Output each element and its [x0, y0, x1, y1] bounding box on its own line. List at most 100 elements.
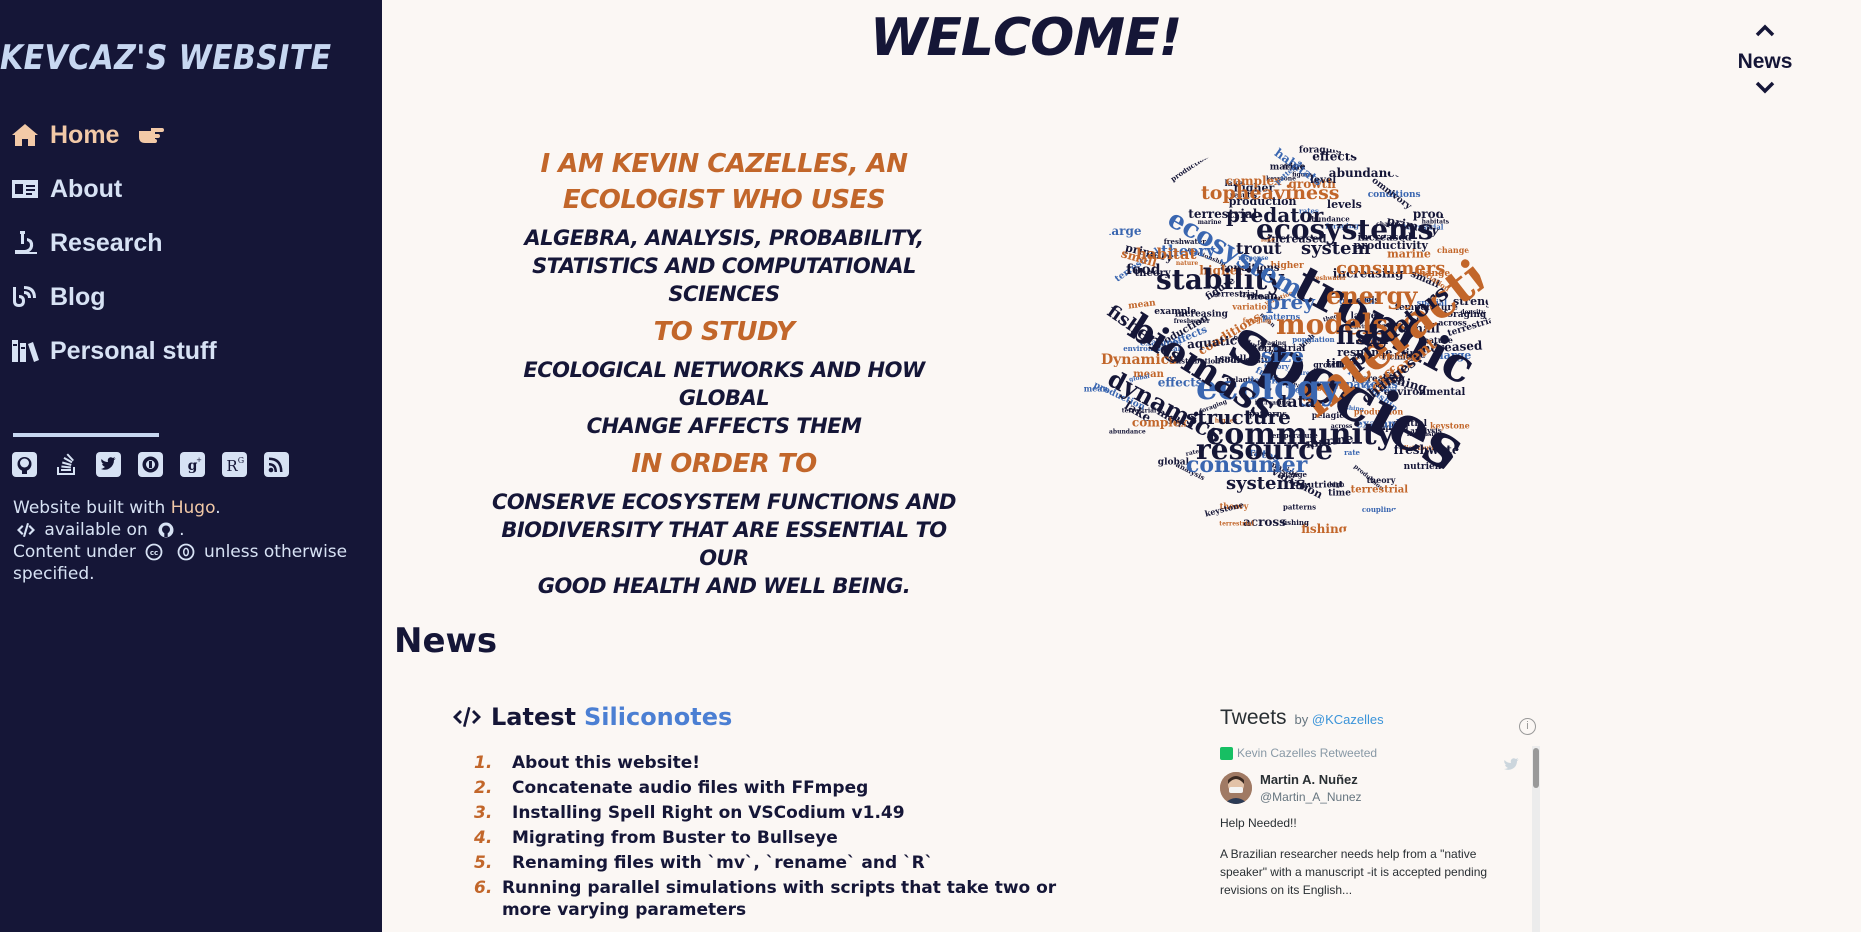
word-cloud-word: theory: [1367, 475, 1396, 485]
siliconotes-link[interactable]: Siliconotes: [584, 703, 732, 731]
nav-item-personal-stuff[interactable]: Personal stuff: [10, 324, 217, 378]
timeline-by: by: [1294, 712, 1309, 727]
scrollbar-thumb[interactable]: [1533, 748, 1539, 788]
news-heading: News: [394, 621, 498, 661]
post-title[interactable]: Concatenate audio files with FFmpeg: [512, 777, 868, 799]
intro-line: ECOLOGICAL NETWORKS AND HOW GLOBAL: [523, 358, 925, 410]
twitter-bird-icon[interactable]: [1504, 758, 1520, 771]
word-cloud-word: production: [1169, 152, 1210, 184]
nav-item-label: About: [50, 174, 123, 203]
post-title[interactable]: About this website!: [512, 752, 700, 774]
timeline-title: Tweets: [1220, 706, 1287, 729]
nav-item-blog[interactable]: Blog: [10, 270, 217, 324]
word-cloud-word: fishing: [1282, 518, 1309, 527]
word-cloud-word: system: [1301, 238, 1371, 259]
news-nav-label[interactable]: News: [1730, 50, 1800, 74]
id-card-icon: [10, 176, 40, 202]
word-cloud-word: terrestrial: [1219, 521, 1254, 528]
main-nav: Home About Research Blog Personal stuff: [10, 108, 217, 378]
word-cloud-word: coupling: [1362, 505, 1396, 514]
post-title[interactable]: Running parallel simulations with script…: [502, 877, 1094, 921]
word-cloud-word: food: [1126, 262, 1161, 278]
welcome-heading: WELCOME!: [870, 8, 1182, 68]
tweet-text: Help Needed!! A Brazilian researcher nee…: [1220, 814, 1500, 899]
chevron-down-icon[interactable]: [1754, 80, 1776, 96]
orcid-icon[interactable]: [138, 452, 163, 477]
word-cloud-word: nutrient: [1301, 480, 1344, 491]
site-title[interactable]: KEVCAZ'S WEBSITE: [0, 38, 332, 78]
latest-posts-heading: Latest Siliconotes: [451, 703, 732, 731]
intro-statement: I AM KEVIN CAZELLES, AN ECOLOGIST WHO US…: [478, 146, 970, 600]
nav-item-research[interactable]: Research: [10, 216, 217, 270]
word-cloud-word: effects: [1312, 150, 1357, 164]
news-section-nav[interactable]: News: [1730, 22, 1800, 100]
google-scholar-icon[interactable]: g +: [180, 452, 205, 477]
info-icon[interactable]: i: [1519, 718, 1536, 735]
post-item[interactable]: 2. Concatenate audio files with FFmpeg: [474, 777, 1094, 799]
post-item[interactable]: 1. About this website!: [474, 752, 1094, 774]
nav-item-label: Blog: [50, 282, 106, 311]
hand-pointing-icon: [137, 123, 165, 147]
creative-commons-icon[interactable]: cc: [144, 543, 164, 561]
tweet-author[interactable]: Martin A. Nuñez @Martin_A_Nunez: [1220, 772, 1540, 804]
nav-item-about[interactable]: About: [10, 162, 217, 216]
post-number: 4.: [474, 828, 493, 848]
sidebar-divider: [13, 433, 159, 437]
post-item[interactable]: 4. Migrating from Buster to Bullseye: [474, 827, 1094, 849]
available-suffix: .: [179, 520, 185, 540]
code-icon: [16, 521, 36, 539]
nav-item-label: Personal stuff: [50, 336, 217, 365]
word-cloud-word: abundance: [1109, 429, 1146, 436]
word-cloud-word: global: [1158, 458, 1190, 468]
word-cloud-word: large: [1107, 224, 1142, 238]
word-cloud-word: predator: [1226, 203, 1324, 227]
cc-zero-icon[interactable]: [176, 543, 196, 561]
post-title[interactable]: Renaming files with `mv`, `rename` and `…: [512, 852, 933, 874]
retweeted-text: Kevin Cazelles Retweeted: [1237, 746, 1378, 760]
chevron-up-icon[interactable]: [1754, 22, 1776, 38]
sidebar-footer: Website built with Hugo. available on . …: [13, 497, 353, 585]
intro-line: STATISTICS AND COMPUTATIONAL SCIENCES: [532, 254, 916, 306]
word-cloud-word: abundance: [1329, 166, 1403, 180]
timeline-header: Tweets by @KCazelles: [1220, 706, 1540, 730]
post-title[interactable]: Migrating from Buster to Bullseye: [512, 827, 838, 849]
word-cloud: variationanalysis variationlargeforagingt…: [1084, 146, 1492, 536]
code-icon: [453, 707, 481, 727]
intro-line: CHANGE AFFECTS THEM: [586, 414, 862, 438]
author-handle[interactable]: @Martin_A_Nunez: [1260, 790, 1362, 804]
rss-icon[interactable]: [264, 452, 289, 477]
github-icon[interactable]: [156, 521, 176, 539]
github-icon[interactable]: [12, 452, 37, 477]
intro-line: CONSERVE ECOSYSTEM FUNCTIONS AND: [492, 490, 956, 514]
word-cloud-image: variation analysis variation large foraging t…: [1076, 144, 1492, 540]
author-name[interactable]: Martin A. Nuñez: [1260, 772, 1362, 787]
nav-item-home[interactable]: Home: [10, 108, 217, 162]
microscope-icon: [10, 230, 40, 256]
word-cloud-word: patterns: [1283, 503, 1316, 512]
stackoverflow-icon[interactable]: [54, 452, 79, 477]
post-item[interactable]: 6. Running parallel simulations with scri…: [474, 877, 1094, 921]
timeline-handle-link[interactable]: @KCazelles: [1312, 712, 1384, 727]
post-title[interactable]: Installing Spell Right on VSCodium v1.49: [512, 802, 905, 824]
built-with-text: Website built with: [13, 498, 171, 518]
tweet-text-line: A Brazilian researcher needs help from a…: [1220, 847, 1488, 897]
svg-text:+: +: [196, 456, 202, 464]
word-cloud-word: systems: [1226, 473, 1306, 494]
books-icon: [10, 338, 40, 364]
timeline-scrollbar[interactable]: [1532, 746, 1540, 932]
word-cloud-word: topheaviness: [1201, 182, 1340, 204]
intro-line: ECOLOGIST WHO USES: [562, 185, 886, 215]
content-under-text: Content under: [13, 542, 136, 562]
researchgate-icon[interactable]: RG: [222, 452, 247, 477]
hugo-link[interactable]: Hugo: [171, 498, 215, 518]
built-with-suffix: .: [215, 498, 221, 518]
post-item[interactable]: 5. Renaming files with `mv`, `rename` and…: [474, 852, 1094, 874]
latest-posts-list: 1. About this website! 2. Concatenate audi…: [474, 752, 1094, 924]
word-cloud-word: terrestrial: [1351, 484, 1409, 495]
post-number: 1.: [474, 753, 493, 773]
post-item[interactable]: 3. Installing Spell Right on VSCodium v1.…: [474, 802, 1094, 824]
avatar[interactable]: [1220, 772, 1252, 804]
post-number: 6.: [474, 878, 493, 898]
twitter-icon[interactable]: [96, 452, 121, 477]
nav-item-label: Home: [50, 120, 120, 149]
